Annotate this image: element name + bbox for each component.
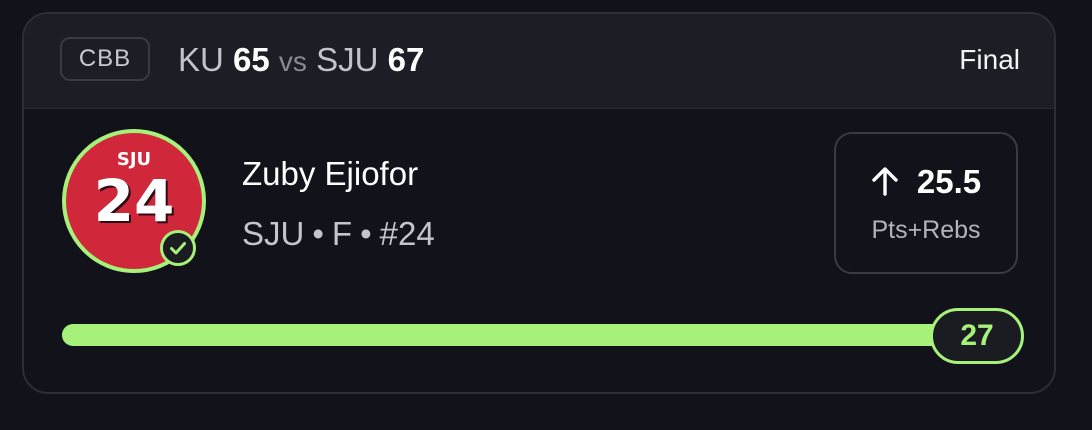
actual-result-badge: 27 xyxy=(930,308,1024,364)
jersey-number-text: 24 xyxy=(93,167,175,235)
player-number: #24 xyxy=(379,215,435,252)
progress-fill xyxy=(62,324,1022,346)
game-status: Final xyxy=(959,44,1020,75)
game-header: CBB KU 65 vs SJU 67 Final xyxy=(24,14,1054,109)
pick-card[interactable]: CBB KU 65 vs SJU 67 Final SJU 24 Zuby Ej… xyxy=(22,12,1056,394)
player-position: F xyxy=(331,215,353,252)
matchup-score: KU 65 vs SJU 67 xyxy=(178,40,424,82)
home-team: SJU xyxy=(316,41,379,78)
vs-label: vs xyxy=(278,46,307,77)
player-team: SJU xyxy=(242,215,305,252)
pick-line: 25.5 xyxy=(836,162,1016,202)
home-score: 67 xyxy=(387,41,425,78)
meta-separator: • xyxy=(360,215,372,252)
pick-stat-type: Pts+Rebs xyxy=(871,216,981,244)
pick-line-value: 25.5 xyxy=(916,163,982,200)
away-score: 65 xyxy=(233,41,270,78)
league-badge: CBB xyxy=(60,37,150,81)
check-circle-icon xyxy=(160,230,196,266)
progress-track xyxy=(62,324,1022,346)
player-name: Zuby Ejiofor xyxy=(242,155,419,192)
meta-separator: • xyxy=(312,215,324,252)
player-meta: SJU • F • #24 xyxy=(242,214,435,254)
pick-line-box[interactable]: 25.5 Pts+Rebs xyxy=(834,132,1018,274)
away-team: KU xyxy=(178,41,224,78)
arrow-up-icon xyxy=(872,167,898,196)
